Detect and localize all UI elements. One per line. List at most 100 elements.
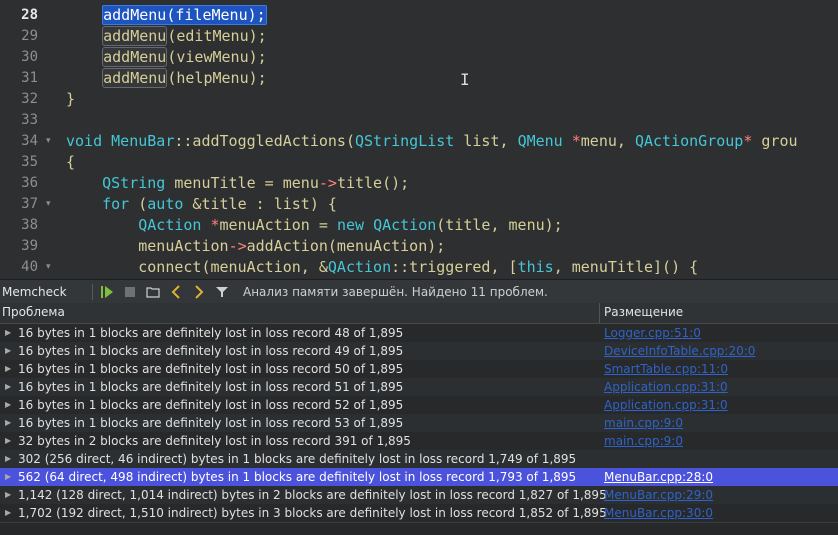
code-token: ::addToggledActions( <box>174 132 355 150</box>
issue-row[interactable]: ▶ 16 bytes in 1 blocks are definitely los… <box>0 324 838 342</box>
code-text: addMenu(viewMenu); <box>66 47 267 68</box>
column-header-location[interactable]: Размещение <box>604 305 683 319</box>
expand-arrow-icon[interactable]: ▶ <box>5 396 11 414</box>
expand-arrow-icon[interactable]: ▶ <box>5 450 11 468</box>
issue-description: 302 (256 direct, 46 indirect) bytes in 1… <box>18 452 577 466</box>
code-text: connect(menuAction, &QAction::triggered,… <box>66 257 698 278</box>
filter-icon[interactable] <box>212 282 232 302</box>
expand-arrow-icon[interactable]: ▶ <box>5 486 11 504</box>
code-line[interactable]: 31 addMenu(helpMenu); <box>0 68 838 89</box>
code-token: addMenu <box>102 68 168 88</box>
issue-location-link[interactable]: Application.cpp:31:0 <box>604 378 728 396</box>
code-line[interactable]: 33 <box>0 110 838 131</box>
code-editor[interactable]: 28 addMenu(fileMenu); 29 addMenu(editMenu… <box>0 0 838 278</box>
line-number: 36 <box>21 175 38 191</box>
code-token: this <box>517 258 554 276</box>
code-token: MenuBar <box>111 132 175 150</box>
expand-arrow-icon[interactable]: ▶ <box>5 378 11 396</box>
expand-arrow-icon[interactable]: ▶ <box>5 324 11 342</box>
issue-location-link[interactable]: Application.cpp:31:0 <box>604 396 728 414</box>
code-text: { <box>66 152 75 173</box>
code-token: menuTitle = menu <box>165 174 319 192</box>
run-analysis-icon[interactable] <box>97 282 117 302</box>
code-line[interactable]: 39 menuAction->addAction(menuAction); <box>0 236 838 257</box>
issue-row[interactable]: ▶ 32 bytes in 2 blocks are definitely los… <box>0 432 838 450</box>
issue-location-link[interactable]: Logger.cpp:51:0 <box>604 324 701 342</box>
code-line[interactable]: 30 addMenu(viewMenu); <box>0 47 838 68</box>
code-token: title(); <box>336 174 410 192</box>
line-number: 30 <box>21 49 38 65</box>
code-token: (editMenu); <box>167 27 267 45</box>
next-icon[interactable] <box>189 282 209 302</box>
code-token: (title, menu); <box>436 216 563 234</box>
expand-arrow-icon[interactable]: ▶ <box>5 504 11 522</box>
code-token: addAction(menuAction); <box>246 237 446 255</box>
memcheck-toolbar: Memcheck Анализ памяти завершён. Найдено… <box>0 279 838 304</box>
line-number: 35 <box>21 154 38 170</box>
issue-location-link[interactable]: DeviceInfoTable.cpp:20:0 <box>604 342 755 360</box>
issue-row[interactable]: ▶ 1,702 (192 direct, 1,510 indirect) byte… <box>0 504 838 522</box>
expand-arrow-icon[interactable]: ▶ <box>5 468 11 486</box>
issue-row[interactable]: ▶ 16 bytes in 1 blocks are definitely los… <box>0 360 838 378</box>
code-token: ::triggered, [ <box>391 258 518 276</box>
column-header-problem[interactable]: Проблема <box>2 305 65 319</box>
open-icon[interactable] <box>143 282 163 302</box>
expand-arrow-icon[interactable]: ▶ <box>5 360 11 378</box>
issue-description: 16 bytes in 1 blocks are definitely lost… <box>18 380 404 394</box>
issue-description: 16 bytes in 1 blocks are definitely lost… <box>18 398 404 412</box>
issue-row[interactable]: ▶ 16 bytes in 1 blocks are definitely los… <box>0 396 838 414</box>
code-line[interactable]: 28 addMenu(fileMenu); <box>0 5 838 26</box>
code-token: * <box>562 132 581 150</box>
expand-arrow-icon[interactable]: ▶ <box>5 342 11 360</box>
expand-arrow-icon[interactable]: ▶ <box>5 432 11 450</box>
issue-location-link[interactable]: main.cpp:9:0 <box>604 414 683 432</box>
line-number: 31 <box>21 70 38 86</box>
code-token: -> <box>228 237 247 255</box>
code-token: grou <box>752 132 798 150</box>
fold-arrow-icon[interactable]: ▾ <box>46 194 56 215</box>
stop-icon[interactable] <box>120 282 140 302</box>
code-token: &title : list) { <box>183 195 337 213</box>
code-line[interactable]: 29 addMenu(editMenu); <box>0 26 838 47</box>
line-number: 33 <box>21 112 38 128</box>
issue-location-link[interactable]: MenuBar.cpp:29:0 <box>604 486 713 504</box>
code-token: connect(menuAction, & <box>66 258 328 276</box>
code-token: menuAction = <box>219 216 337 234</box>
issue-row[interactable]: ▶ 16 bytes in 1 blocks are definitely los… <box>0 342 838 360</box>
issue-location-link[interactable]: MenuBar.cpp:28:0 <box>604 468 713 486</box>
code-token: } <box>66 90 76 108</box>
code-text: } <box>66 89 75 110</box>
expand-arrow-icon[interactable]: ▶ <box>5 414 11 432</box>
issue-row[interactable]: ▶ 16 bytes in 1 blocks are definitely los… <box>0 378 838 396</box>
code-line[interactable]: 36 QString menuTitle = menu->title(); <box>0 173 838 194</box>
code-line[interactable]: 37 ▾ for (auto &title : list) { <box>0 194 838 215</box>
line-number: 32 <box>21 91 38 107</box>
code-text: QAction *menuAction = new QAction(title,… <box>66 215 563 236</box>
issue-location-link[interactable]: MenuBar.cpp:30:0 <box>604 504 713 522</box>
code-line[interactable]: 32} <box>0 89 838 110</box>
code-line[interactable]: 34 ▾ void MenuBar::addToggledActions(QStri… <box>0 131 838 152</box>
issue-row[interactable]: ▶ 16 bytes in 1 blocks are definitely los… <box>0 414 838 432</box>
code-text: addMenu(fileMenu); <box>66 5 267 26</box>
column-divider[interactable] <box>599 303 600 323</box>
issue-row[interactable]: ▶ 1,142 (128 direct, 1,014 indirect) byte… <box>0 486 838 504</box>
code-line[interactable]: 35 { <box>0 152 838 173</box>
issue-row[interactable]: ▶ 302 (256 direct, 46 indirect) bytes in … <box>0 450 838 468</box>
fold-arrow-icon[interactable]: ▾ <box>46 131 56 152</box>
previous-icon[interactable] <box>166 282 186 302</box>
fold-arrow-icon[interactable]: ▾ <box>46 257 56 278</box>
line-number: 34 <box>21 133 38 149</box>
line-number: 38 <box>21 217 38 233</box>
issues-table-header: Проблема Размещение <box>0 303 838 324</box>
code-line[interactable]: 38 QAction *menuAction = new QAction(tit… <box>0 215 838 236</box>
code-token: (helpMenu); <box>167 69 267 87</box>
code-token: auto <box>147 195 184 213</box>
issue-location-link[interactable]: main.cpp:9:0 <box>604 432 683 450</box>
issue-row[interactable]: ▶ 562 (64 direct, 498 indirect) bytes in … <box>0 468 838 486</box>
issue-location-link[interactable]: SmartTable.cpp:11:0 <box>604 360 728 378</box>
code-line[interactable]: 40 ▾ connect(menuAction, &QAction::trigge… <box>0 257 838 278</box>
code-token: QAction <box>138 216 202 234</box>
